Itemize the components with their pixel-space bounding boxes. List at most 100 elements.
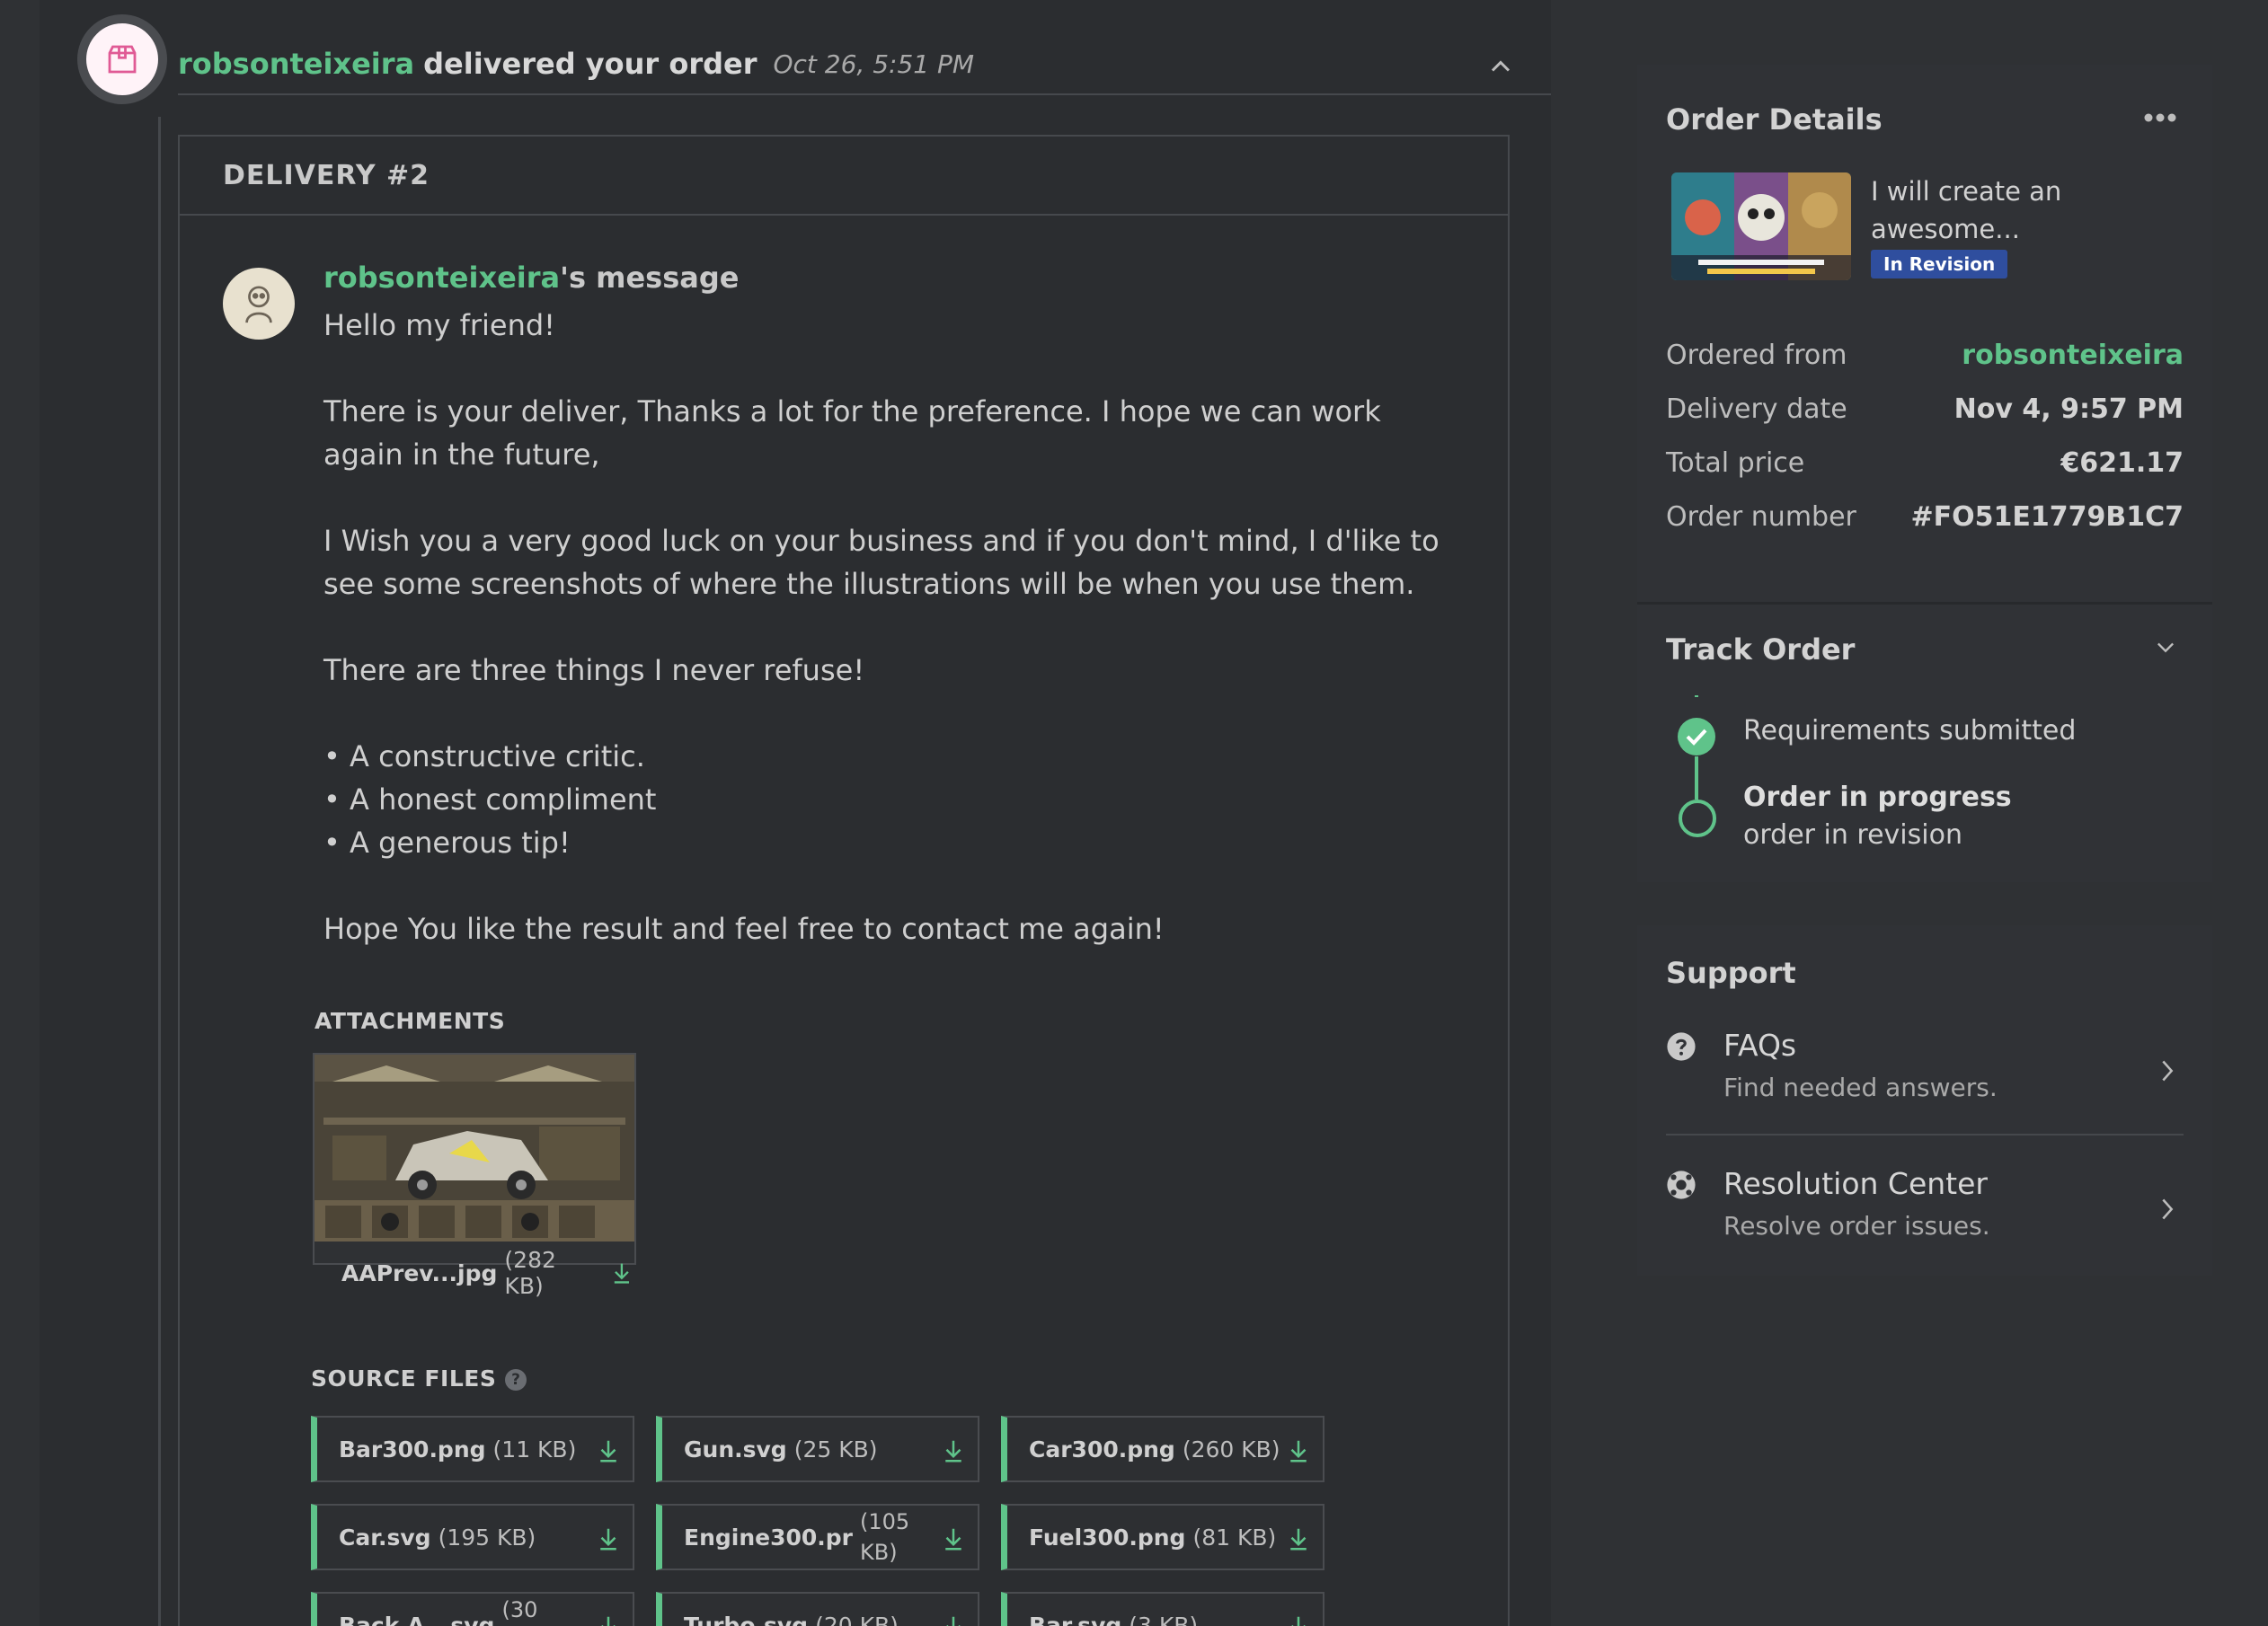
message-line: • A generous tip!	[323, 826, 571, 860]
status-badge: In Revision	[1871, 250, 2008, 278]
download-icon[interactable]	[940, 1613, 967, 1626]
track-connector	[1695, 756, 1698, 800]
source-file-item[interactable]: Car300.png (260 KB)	[1001, 1416, 1324, 1482]
download-icon[interactable]	[595, 1613, 622, 1626]
resolution-center-subtitle: Resolve order issues.	[1723, 1211, 1990, 1241]
order-number-label: Order number	[1666, 501, 1856, 533]
download-icon[interactable]	[1285, 1613, 1312, 1626]
gig-title[interactable]: I will create an awesome...	[1871, 172, 2176, 248]
section-divider	[1637, 602, 2212, 605]
total-price-value: €621.17	[2060, 447, 2184, 479]
chevron-down-icon[interactable]	[2153, 634, 2178, 659]
event-action: delivered your order	[423, 47, 757, 81]
delivery-date-row: Delivery date Nov 4, 9:57 PM	[1666, 393, 2184, 425]
source-file-size: (3 KB)	[1129, 1612, 1199, 1626]
chevron-up-icon[interactable]	[1484, 50, 1517, 83]
source-files-label: SOURCE FILES?	[311, 1365, 527, 1392]
chevron-right-icon[interactable]	[2155, 1055, 2180, 1087]
faqs-title: FAQs	[1723, 1028, 1797, 1063]
author-suffix: 's message	[560, 261, 740, 295]
source-file-item[interactable]: Bar.svg (3 KB)	[1001, 1592, 1324, 1626]
attachment-preview-image[interactable]	[315, 1055, 634, 1242]
delivery-title: DELIVERY #2	[180, 137, 1508, 216]
source-files-text: SOURCE FILES	[311, 1365, 497, 1392]
check-icon	[1678, 718, 1715, 756]
delivery-event-header: robsonteixeira delivered your order Oct …	[178, 34, 1551, 95]
source-file-name: Car.svg	[339, 1524, 431, 1551]
order-details-panel: Order Details I will create an awesome..…	[1637, 65, 2212, 882]
source-file-item[interactable]: Car.svg (195 KB)	[311, 1504, 634, 1570]
author-link[interactable]: robsonteixeira	[323, 261, 560, 295]
support-title: Support	[1666, 956, 1796, 990]
total-price-label: Total price	[1666, 447, 1805, 479]
source-file-size: (11 KB)	[492, 1436, 577, 1463]
order-activity: robsonteixeira delivered your order Oct …	[40, 0, 1551, 1626]
message-line: • A honest compliment	[323, 782, 657, 817]
question-icon	[1667, 1032, 1696, 1061]
download-icon[interactable]	[940, 1437, 967, 1464]
avatar	[223, 268, 295, 340]
message-spacer	[323, 692, 1456, 735]
source-file-name: Turbo.svg	[684, 1612, 809, 1626]
download-icon[interactable]	[595, 1525, 622, 1552]
source-file-item[interactable]: Engine300.pr (105 KB)	[656, 1504, 979, 1570]
message-line: Hope You like the result and feel free t…	[323, 912, 1165, 946]
source-file-item[interactable]: Fuel300.png (81 KB)	[1001, 1504, 1324, 1570]
more-icon[interactable]	[2142, 111, 2178, 124]
attachment-size: (282 KB)	[504, 1247, 556, 1299]
source-file-item[interactable]: Back A...svg (30 KB)	[311, 1592, 634, 1626]
message-line: There are three things I never refuse!	[323, 653, 865, 687]
message-spacer	[323, 605, 1456, 649]
download-icon[interactable]	[1285, 1525, 1312, 1552]
message-spacer	[323, 864, 1456, 907]
attachments-label: ATTACHMENTS	[315, 1008, 506, 1034]
source-file-name: Engine300.pr	[684, 1524, 854, 1551]
ordered-from-seller[interactable]: robsonteixeira	[1962, 340, 2184, 371]
source-file-name: Back A...svg	[339, 1612, 495, 1626]
package-icon	[77, 14, 167, 104]
step-pending-icon	[1679, 800, 1716, 837]
source-file-size: (30 KB)	[501, 1597, 538, 1622]
timeline-line	[158, 117, 161, 1626]
source-file-name: Gun.svg	[684, 1436, 787, 1463]
order-number-value: #FO51E1779B1C7	[1910, 501, 2184, 533]
step-requirements-label: Requirements submitted	[1743, 715, 2077, 747]
download-icon[interactable]	[1285, 1437, 1312, 1464]
delivery-date-value: Nov 4, 9:57 PM	[1953, 393, 2184, 425]
source-file-size: (20 KB)	[815, 1612, 899, 1626]
attachment-name: AAPrev...jpg	[341, 1259, 498, 1286]
message-spacer	[323, 347, 1456, 390]
support-divider	[1666, 1134, 2184, 1136]
order-page: robsonteixeira delivered your order Oct …	[0, 0, 2268, 1626]
source-file-item[interactable]: Turbo.svg (20 KB)	[656, 1592, 979, 1626]
message-line: Hello my friend!	[323, 308, 555, 342]
help-icon[interactable]: ?	[505, 1369, 527, 1391]
source-file-size: (105 KB)	[860, 1509, 910, 1565]
step-in-progress-sub: order in revision	[1743, 819, 1962, 851]
ordered-from-label: Ordered from	[1666, 340, 1847, 371]
attachment-card[interactable]: AAPrev...jpg (282 KB)	[313, 1053, 636, 1299]
support-resolution-center[interactable]: Resolution Center Resolve order issues.	[1666, 1166, 2184, 1283]
delivery-date-label: Delivery date	[1666, 393, 1847, 425]
source-file-name: Fuel300.png	[1029, 1524, 1186, 1551]
download-icon[interactable]	[940, 1525, 967, 1552]
download-icon[interactable]	[595, 1437, 622, 1464]
seller-link[interactable]: robsonteixeira	[178, 47, 414, 81]
chevron-right-icon[interactable]	[2155, 1193, 2180, 1225]
source-file-item[interactable]: Bar300.png (11 KB)	[311, 1416, 634, 1482]
support-faqs[interactable]: FAQs Find needed answers.	[1666, 1028, 2184, 1144]
track-connector-top	[1695, 695, 1698, 697]
ordered-from-row: Ordered from robsonteixeira	[1666, 340, 2184, 371]
source-file-name: Car300.png	[1029, 1436, 1175, 1463]
track-order-title[interactable]: Track Order	[1666, 632, 1855, 667]
source-file-name: Bar300.png	[339, 1436, 486, 1463]
download-icon[interactable]	[609, 1259, 634, 1286]
delivery-card: DELIVERY #2 robsonteixeira's message Hel…	[178, 135, 1510, 1626]
message-author: robsonteixeira's message	[323, 261, 739, 295]
message-line: I Wish you a very good luck on your busi…	[323, 524, 1440, 601]
message-line: There is your deliver, Thanks a lot for …	[323, 394, 1381, 472]
source-file-size: (195 KB)	[438, 1524, 536, 1551]
source-file-item[interactable]: Gun.svg (25 KB)	[656, 1416, 979, 1482]
gig-thumbnail[interactable]	[1671, 172, 1851, 280]
source-file-size: (25 KB)	[793, 1436, 878, 1463]
